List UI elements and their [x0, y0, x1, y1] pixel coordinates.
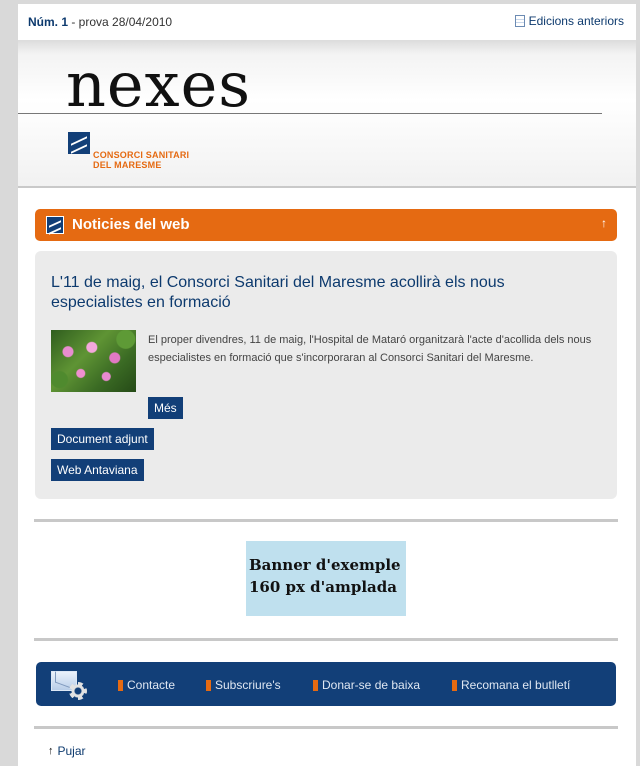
- back-to-top-label: Pujar: [57, 744, 86, 758]
- header-divider: [18, 113, 602, 114]
- footer-link-unsubscribe[interactable]: Donar-se de baixa: [313, 678, 420, 692]
- bullet-icon: [313, 679, 318, 691]
- example-banner[interactable]: Banner d'exemple 160 px d'amplada: [246, 541, 406, 616]
- issue-number: Núm. 1: [28, 15, 69, 29]
- newsletter-page: Núm. 1 - prova 28/04/2010 Edicions anter…: [18, 4, 636, 766]
- news-card: L'11 de maig, el Consorci Sanitari del M…: [35, 251, 617, 499]
- consorci-logo-icon: [68, 132, 90, 154]
- previous-editions-label: Edicions anteriors: [528, 14, 624, 28]
- footer-navigation: Contacte Subscriure's Donar-se de baixa …: [36, 662, 616, 706]
- issue-date: - prova 28/04/2010: [68, 15, 173, 29]
- brand-line-1: CONSORCI SANITARI: [93, 150, 190, 160]
- footer-link-recommend[interactable]: Recomana el butlletí: [452, 678, 570, 692]
- footer-link-label: Subscriure's: [215, 678, 281, 692]
- footer-link-contacte[interactable]: Contacte: [118, 678, 175, 692]
- previous-editions-link[interactable]: Edicions anteriors: [514, 14, 624, 28]
- footer-link-subscribe[interactable]: Subscriure's: [206, 678, 281, 692]
- news-title-link[interactable]: L'11 de maig, el Consorci Sanitari del M…: [51, 273, 591, 313]
- divider: [34, 519, 618, 522]
- top-bar: Núm. 1 - prova 28/04/2010 Edicions anter…: [18, 4, 636, 40]
- bullet-icon: [206, 679, 211, 691]
- footer-link-label: Donar-se de baixa: [322, 678, 421, 692]
- arrow-up-icon[interactable]: ↑: [601, 216, 607, 230]
- document-icon: [514, 15, 525, 27]
- newsletter-header: nexes CONSORCI SANITARI DEL MARESME: [18, 40, 636, 188]
- news-summary: El proper divendres, 11 de maig, l'Hospi…: [148, 334, 592, 364]
- attachment-button[interactable]: Document adjunt: [51, 428, 154, 450]
- gear-icon: [69, 682, 87, 700]
- arrow-up-icon: ↑: [48, 745, 54, 757]
- bullet-icon: [452, 679, 457, 691]
- divider: [34, 726, 618, 729]
- read-more-button[interactable]: Més: [148, 397, 183, 419]
- back-to-top-link[interactable]: ↑ Pujar: [48, 744, 86, 758]
- section-title: Noticies del web: [72, 216, 190, 233]
- consorci-brand-name: CONSORCI SANITARI DEL MARESME: [93, 150, 189, 170]
- footer-link-label: Contacte: [127, 678, 176, 692]
- nexes-logo: nexes: [66, 48, 252, 121]
- web-link-button[interactable]: Web Antaviana: [51, 459, 144, 481]
- banner-line-1: Banner d'exemple: [249, 556, 401, 574]
- consorci-logo-icon: [46, 216, 64, 234]
- footer-link-label: Recomana el butlletí: [461, 678, 571, 692]
- divider: [34, 638, 618, 641]
- brand-line-2: DEL MARESME: [93, 160, 162, 170]
- section-header-news[interactable]: Noticies del web ↑: [35, 209, 617, 241]
- banner-line-2: 160 px d'amplada: [249, 578, 397, 596]
- issue-info: Núm. 1 - prova 28/04/2010: [28, 15, 172, 29]
- news-thumbnail[interactable]: [51, 330, 136, 392]
- bullet-icon: [118, 679, 123, 691]
